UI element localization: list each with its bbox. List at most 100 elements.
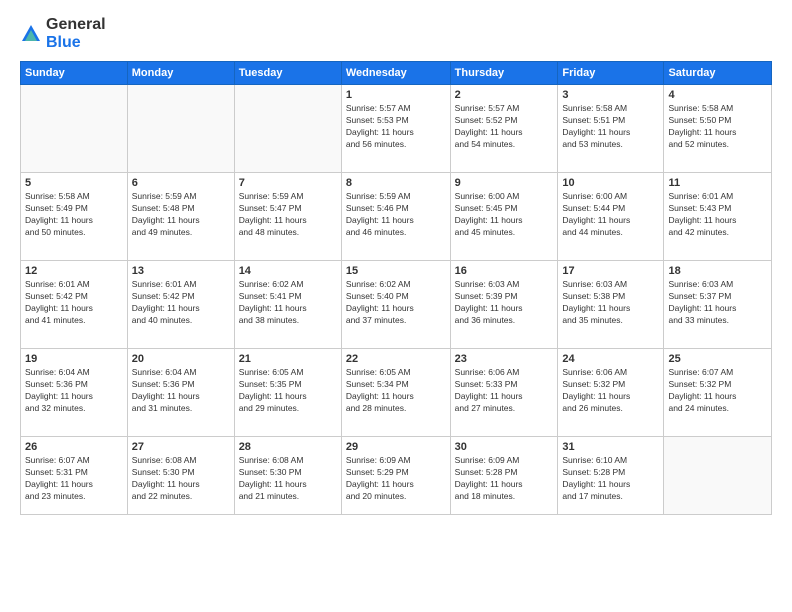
day-info: Sunrise: 5:57 AMSunset: 5:52 PMDaylight:… (455, 103, 554, 151)
calendar-body: 1 Sunrise: 5:57 AMSunset: 5:53 PMDaylight… (21, 85, 772, 515)
calendar-cell: 20 Sunrise: 6:04 AMSunset: 5:36 PMDayligh… (127, 349, 234, 437)
day-number: 8 (346, 177, 446, 189)
calendar-cell: 29 Sunrise: 6:09 AMSunset: 5:29 PMDayligh… (341, 437, 450, 515)
header: General Blue (20, 16, 772, 51)
weekday-thursday: Thursday (450, 62, 558, 85)
day-info: Sunrise: 6:02 AMSunset: 5:41 PMDaylight:… (239, 279, 337, 327)
calendar-cell: 27 Sunrise: 6:08 AMSunset: 5:30 PMDayligh… (127, 437, 234, 515)
day-info: Sunrise: 6:01 AMSunset: 5:43 PMDaylight:… (668, 191, 767, 239)
day-number: 12 (25, 265, 123, 277)
calendar-week-1: 5 Sunrise: 5:58 AMSunset: 5:49 PMDaylight… (21, 173, 772, 261)
logo: General Blue (20, 16, 106, 51)
day-info: Sunrise: 6:07 AMSunset: 5:31 PMDaylight:… (25, 455, 123, 503)
day-number: 19 (25, 353, 123, 365)
calendar-cell: 24 Sunrise: 6:06 AMSunset: 5:32 PMDayligh… (558, 349, 664, 437)
calendar-cell: 8 Sunrise: 5:59 AMSunset: 5:46 PMDaylight… (341, 173, 450, 261)
day-number: 23 (455, 353, 554, 365)
day-number: 1 (346, 89, 446, 101)
day-info: Sunrise: 6:01 AMSunset: 5:42 PMDaylight:… (25, 279, 123, 327)
day-info: Sunrise: 6:09 AMSunset: 5:29 PMDaylight:… (346, 455, 446, 503)
calendar-cell: 19 Sunrise: 6:04 AMSunset: 5:36 PMDayligh… (21, 349, 128, 437)
day-number: 14 (239, 265, 337, 277)
day-number: 29 (346, 441, 446, 453)
day-number: 4 (668, 89, 767, 101)
day-info: Sunrise: 6:00 AMSunset: 5:45 PMDaylight:… (455, 191, 554, 239)
calendar-page: General Blue SundayMondayTuesdayWednesda… (0, 0, 792, 612)
weekday-wednesday: Wednesday (341, 62, 450, 85)
calendar-cell: 15 Sunrise: 6:02 AMSunset: 5:40 PMDayligh… (341, 261, 450, 349)
day-number: 16 (455, 265, 554, 277)
day-number: 2 (455, 89, 554, 101)
calendar-cell: 13 Sunrise: 6:01 AMSunset: 5:42 PMDayligh… (127, 261, 234, 349)
calendar-cell: 31Sunrise: 6:10 AMSunset: 5:28 PMDayligh… (558, 437, 664, 515)
calendar-cell: 11 Sunrise: 6:01 AMSunset: 5:43 PMDayligh… (664, 173, 772, 261)
day-info: Sunrise: 6:08 AMSunset: 5:30 PMDaylight:… (239, 455, 337, 503)
weekday-saturday: Saturday (664, 62, 772, 85)
calendar-cell: 17 Sunrise: 6:03 AMSunset: 5:38 PMDayligh… (558, 261, 664, 349)
calendar-cell: 28Sunrise: 6:08 AMSunset: 5:30 PMDayligh… (234, 437, 341, 515)
calendar-cell: 10 Sunrise: 6:00 AMSunset: 5:44 PMDayligh… (558, 173, 664, 261)
calendar-cell: 16 Sunrise: 6:03 AMSunset: 5:39 PMDayligh… (450, 261, 558, 349)
calendar-cell: 14 Sunrise: 6:02 AMSunset: 5:41 PMDayligh… (234, 261, 341, 349)
calendar-cell: 30 Sunrise: 6:09 AMSunset: 5:28 PMDayligh… (450, 437, 558, 515)
day-info: Sunrise: 5:59 AMSunset: 5:47 PMDaylight:… (239, 191, 337, 239)
day-info: Sunrise: 6:04 AMSunset: 5:36 PMDaylight:… (132, 367, 230, 415)
day-info: Sunrise: 6:02 AMSunset: 5:40 PMDaylight:… (346, 279, 446, 327)
weekday-friday: Friday (558, 62, 664, 85)
day-number: 5 (25, 177, 123, 189)
calendar-week-0: 1 Sunrise: 5:57 AMSunset: 5:53 PMDaylight… (21, 85, 772, 173)
day-info: Sunrise: 6:01 AMSunset: 5:42 PMDaylight:… (132, 279, 230, 327)
calendar-cell: 22Sunrise: 6:05 AMSunset: 5:34 PMDayligh… (341, 349, 450, 437)
day-number: 17 (562, 265, 659, 277)
day-info: Sunrise: 6:03 AMSunset: 5:39 PMDaylight:… (455, 279, 554, 327)
day-number: 15 (346, 265, 446, 277)
day-info: Sunrise: 6:07 AMSunset: 5:32 PMDaylight:… (668, 367, 767, 415)
calendar-cell (234, 85, 341, 173)
day-number: 25 (668, 353, 767, 365)
day-number: 3 (562, 89, 659, 101)
day-number: 13 (132, 265, 230, 277)
weekday-sunday: Sunday (21, 62, 128, 85)
calendar-cell: 26Sunrise: 6:07 AMSunset: 5:31 PMDayligh… (21, 437, 128, 515)
calendar-week-3: 19 Sunrise: 6:04 AMSunset: 5:36 PMDayligh… (21, 349, 772, 437)
day-number: 11 (668, 177, 767, 189)
calendar-table: SundayMondayTuesdayWednesdayThursdayFrid… (20, 61, 772, 515)
day-number: 24 (562, 353, 659, 365)
calendar-week-4: 26Sunrise: 6:07 AMSunset: 5:31 PMDayligh… (21, 437, 772, 515)
calendar-cell: 1 Sunrise: 5:57 AMSunset: 5:53 PMDaylight… (341, 85, 450, 173)
day-info: Sunrise: 6:00 AMSunset: 5:44 PMDaylight:… (562, 191, 659, 239)
calendar-cell: 21Sunrise: 6:05 AMSunset: 5:35 PMDayligh… (234, 349, 341, 437)
day-number: 6 (132, 177, 230, 189)
day-info: Sunrise: 6:08 AMSunset: 5:30 PMDaylight:… (132, 455, 230, 503)
day-info: Sunrise: 6:04 AMSunset: 5:36 PMDaylight:… (25, 367, 123, 415)
day-info: Sunrise: 6:10 AMSunset: 5:28 PMDaylight:… (562, 455, 659, 503)
calendar-cell: 7Sunrise: 5:59 AMSunset: 5:47 PMDaylight… (234, 173, 341, 261)
calendar-cell: 23 Sunrise: 6:06 AMSunset: 5:33 PMDayligh… (450, 349, 558, 437)
day-number: 10 (562, 177, 659, 189)
day-info: Sunrise: 5:58 AMSunset: 5:49 PMDaylight:… (25, 191, 123, 239)
day-info: Sunrise: 6:06 AMSunset: 5:32 PMDaylight:… (562, 367, 659, 415)
day-info: Sunrise: 5:57 AMSunset: 5:53 PMDaylight:… (346, 103, 446, 151)
calendar-cell: 2 Sunrise: 5:57 AMSunset: 5:52 PMDaylight… (450, 85, 558, 173)
day-info: Sunrise: 6:03 AMSunset: 5:38 PMDaylight:… (562, 279, 659, 327)
day-info: Sunrise: 5:59 AMSunset: 5:46 PMDaylight:… (346, 191, 446, 239)
day-info: Sunrise: 6:09 AMSunset: 5:28 PMDaylight:… (455, 455, 554, 503)
day-info: Sunrise: 6:06 AMSunset: 5:33 PMDaylight:… (455, 367, 554, 415)
calendar-cell: 12 Sunrise: 6:01 AMSunset: 5:42 PMDayligh… (21, 261, 128, 349)
day-info: Sunrise: 5:58 AMSunset: 5:50 PMDaylight:… (668, 103, 767, 151)
weekday-row: SundayMondayTuesdayWednesdayThursdayFrid… (21, 62, 772, 85)
calendar-cell: 18Sunrise: 6:03 AMSunset: 5:37 PMDayligh… (664, 261, 772, 349)
day-number: 22 (346, 353, 446, 365)
day-info: Sunrise: 6:05 AMSunset: 5:35 PMDaylight:… (239, 367, 337, 415)
day-number: 27 (132, 441, 230, 453)
day-number: 30 (455, 441, 554, 453)
day-number: 18 (668, 265, 767, 277)
calendar-header: SundayMondayTuesdayWednesdayThursdayFrid… (21, 62, 772, 85)
calendar-cell: 6Sunrise: 5:59 AMSunset: 5:48 PMDaylight… (127, 173, 234, 261)
calendar-cell: 25 Sunrise: 6:07 AMSunset: 5:32 PMDayligh… (664, 349, 772, 437)
calendar-cell: 4 Sunrise: 5:58 AMSunset: 5:50 PMDaylight… (664, 85, 772, 173)
weekday-monday: Monday (127, 62, 234, 85)
day-number: 20 (132, 353, 230, 365)
calendar-cell: 5 Sunrise: 5:58 AMSunset: 5:49 PMDaylight… (21, 173, 128, 261)
day-number: 9 (455, 177, 554, 189)
